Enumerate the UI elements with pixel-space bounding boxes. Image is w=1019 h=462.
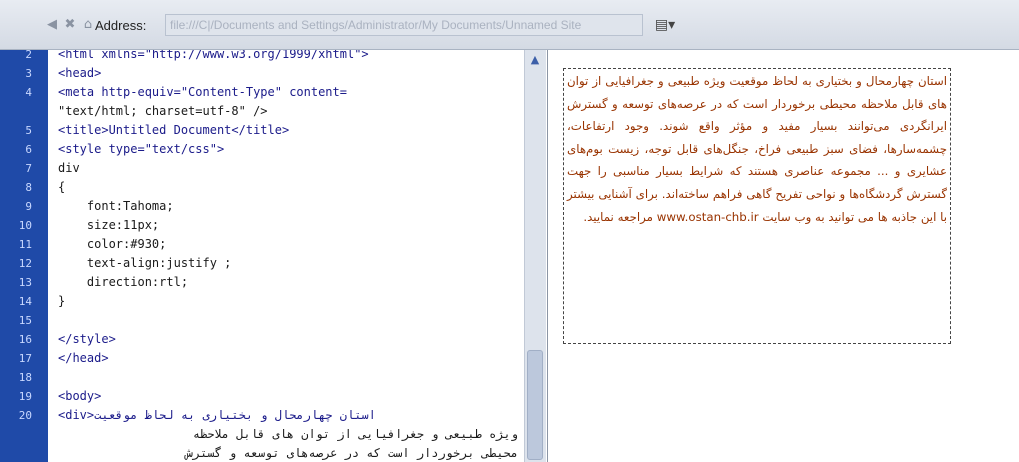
address-input[interactable]: file:///C|/Documents and Settings/Admini… bbox=[165, 14, 643, 36]
code-wrapped-text: ویژه طبیعی و جغرافیایی از توان های قابل … bbox=[192, 427, 518, 441]
code-text: size:11px; bbox=[58, 218, 160, 232]
code-line[interactable]: 20 <div>استان چهارمحال و بختیاری به لحاظ … bbox=[0, 406, 524, 425]
code-text: { bbox=[58, 180, 66, 194]
address-label: Address: bbox=[95, 18, 147, 33]
line-number: 13 bbox=[18, 276, 32, 289]
code-line[interactable]: 9 font:Tahoma; bbox=[0, 197, 524, 216]
design-div-content[interactable]: استان چهارمحال و بختیاری به لحاظ موقعیت … bbox=[563, 68, 951, 344]
line-number: 15 bbox=[18, 314, 32, 327]
code-text: } bbox=[58, 294, 66, 308]
code-line[interactable]: 8{ bbox=[0, 178, 524, 197]
address-toolbar: ◀ ✖ ⌂ Address: file:///C|/Documents and … bbox=[0, 0, 1019, 50]
code-line[interactable]: 11 color:#930; bbox=[0, 235, 524, 254]
code-line[interactable]: 3 <head> bbox=[0, 64, 524, 83]
code-view[interactable]: 2 <html xmlns="http://www.w3.org/1999/xht… bbox=[0, 50, 548, 462]
home-icon[interactable]: ⌂ bbox=[80, 17, 96, 33]
line-number: 20 bbox=[18, 409, 32, 422]
code-line[interactable]: 4 <meta http-equiv="Content-Type" content… bbox=[0, 83, 524, 102]
line-number: 3 bbox=[25, 67, 32, 80]
line-number: 4 bbox=[25, 86, 32, 99]
code-text: font:Tahoma; bbox=[58, 199, 174, 213]
code-text: "text/html; charset=utf-8" /> bbox=[58, 104, 268, 118]
line-number: 5 bbox=[25, 124, 32, 137]
code-text: <html xmlns="http://www.w3.org/1999/xhtm… bbox=[58, 50, 369, 61]
code-text: </head> bbox=[58, 351, 109, 365]
code-line[interactable]: 16 </style> bbox=[0, 330, 524, 349]
code-text: color:#930; bbox=[58, 237, 167, 251]
line-number: 12 bbox=[18, 257, 32, 270]
code-text: text-align:justify ; bbox=[58, 256, 232, 270]
code-line[interactable]: 12 text-align:justify ; bbox=[0, 254, 524, 273]
code-text: div bbox=[58, 161, 80, 175]
code-text: direction:rtl; bbox=[58, 275, 189, 289]
line-number: 7 bbox=[25, 162, 32, 175]
scroll-up-icon[interactable]: ▲ bbox=[527, 53, 543, 67]
code-line[interactable]: 2 <html xmlns="http://www.w3.org/1999/xht… bbox=[0, 50, 524, 64]
line-number: 18 bbox=[18, 371, 32, 384]
line-number: 19 bbox=[18, 390, 32, 403]
line-number: 11 bbox=[18, 238, 32, 251]
line-number: 8 bbox=[25, 181, 32, 194]
line-number: 2 bbox=[25, 50, 32, 61]
code-text: <title>Untitled Document</title> bbox=[58, 123, 290, 137]
line-number: 17 bbox=[18, 352, 32, 365]
code-line[interactable]: 17 </head> bbox=[0, 349, 524, 368]
view-options-icon[interactable]: ▤▾ bbox=[654, 14, 676, 36]
scroll-thumb[interactable] bbox=[527, 350, 543, 460]
line-number: 10 bbox=[18, 219, 32, 232]
code-line[interactable]: 19 <body> bbox=[0, 387, 524, 406]
code-text: </style> bbox=[58, 332, 116, 346]
stop-icon[interactable]: ✖ bbox=[62, 17, 78, 33]
line-number: 6 bbox=[25, 143, 32, 156]
code-line[interactable]: 13 direction:rtl; bbox=[0, 273, 524, 292]
code-line[interactable]: 14} bbox=[0, 292, 524, 311]
back-arrow-icon[interactable]: ◀ bbox=[44, 17, 60, 33]
code-line[interactable]: 6 <style type="text/css"> bbox=[0, 140, 524, 159]
code-line[interactable]: 15 bbox=[0, 311, 524, 330]
code-text: <meta http-equiv="Content-Type" content= bbox=[58, 85, 347, 99]
code-text: <style type="text/css"> bbox=[58, 142, 225, 156]
code-line[interactable]: 18 bbox=[0, 368, 524, 387]
line-number: 16 bbox=[18, 333, 32, 346]
code-line[interactable]: "text/html; charset=utf-8" /> bbox=[0, 102, 524, 121]
code-text: <head> bbox=[58, 66, 102, 80]
line-number: 14 bbox=[18, 295, 32, 308]
code-scrollbar[interactable]: ▲ bbox=[524, 50, 546, 462]
line-number: 9 bbox=[25, 200, 32, 213]
code-wrapped-text: محیطی برخوردار است که در عرصه‌های توسعه … bbox=[185, 446, 518, 460]
code-line[interactable]: 7 div bbox=[0, 159, 524, 178]
design-view[interactable]: استان چهارمحال و بختیاری به لحاظ موقعیت … bbox=[548, 50, 1019, 462]
code-text: <body> bbox=[58, 389, 102, 403]
code-text: <div>استان چهارمحال و بختیاری به لحاظ مو… bbox=[58, 408, 376, 422]
code-line[interactable]: 10 size:11px; bbox=[0, 216, 524, 235]
code-line[interactable]: 5 <title>Untitled Document</title> bbox=[0, 121, 524, 140]
